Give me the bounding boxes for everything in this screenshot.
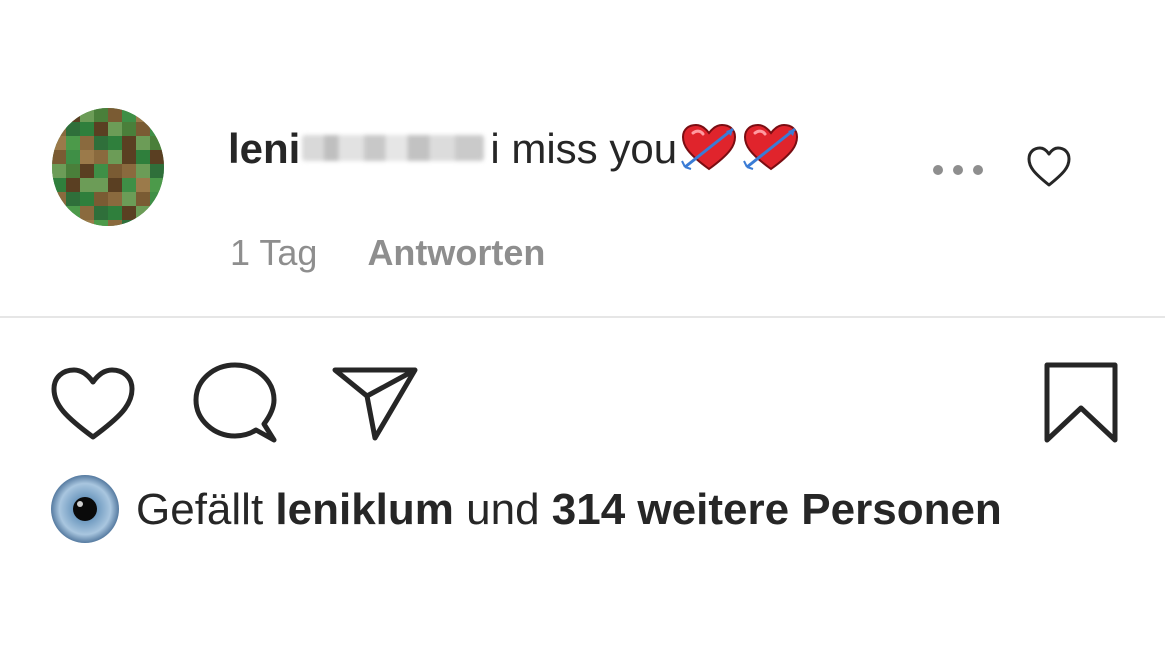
heart-with-arrow-icon xyxy=(743,123,799,171)
comment-username[interactable]: leni xyxy=(228,125,300,172)
reply-button[interactable]: Antworten xyxy=(367,232,545,273)
comment-text: leni i miss you xyxy=(228,122,801,181)
comment-meta: 1 Tag Antworten xyxy=(230,232,545,274)
commenter-avatar[interactable] xyxy=(52,108,164,226)
comment-row: leni i miss you 1 Tag Antworten xyxy=(0,0,1165,316)
divider xyxy=(0,316,1165,318)
likes-connector: und xyxy=(466,485,540,534)
bookmark-icon[interactable] xyxy=(1042,360,1120,446)
comment-body: i miss you xyxy=(490,125,678,172)
eye-avatar-icon[interactable] xyxy=(50,474,120,544)
likes-text: Gefällt leniklum und 314 weitere Persone… xyxy=(136,480,1002,540)
likes-username[interactable]: leniklum xyxy=(275,485,454,534)
blurred-username xyxy=(302,134,485,161)
heart-with-arrow-icon xyxy=(681,123,737,171)
likes-prefix: Gefällt xyxy=(136,485,264,534)
more-dots-icon[interactable] xyxy=(928,158,988,182)
comment-time: 1 Tag xyxy=(230,232,318,273)
heart-outline-icon[interactable] xyxy=(48,365,138,443)
comment-like-heart-icon[interactable] xyxy=(1024,143,1074,191)
likes-count[interactable]: 314 weitere Personen xyxy=(552,485,1002,534)
paper-plane-icon[interactable] xyxy=(330,362,420,444)
comment-bubble-icon[interactable] xyxy=(190,360,280,446)
